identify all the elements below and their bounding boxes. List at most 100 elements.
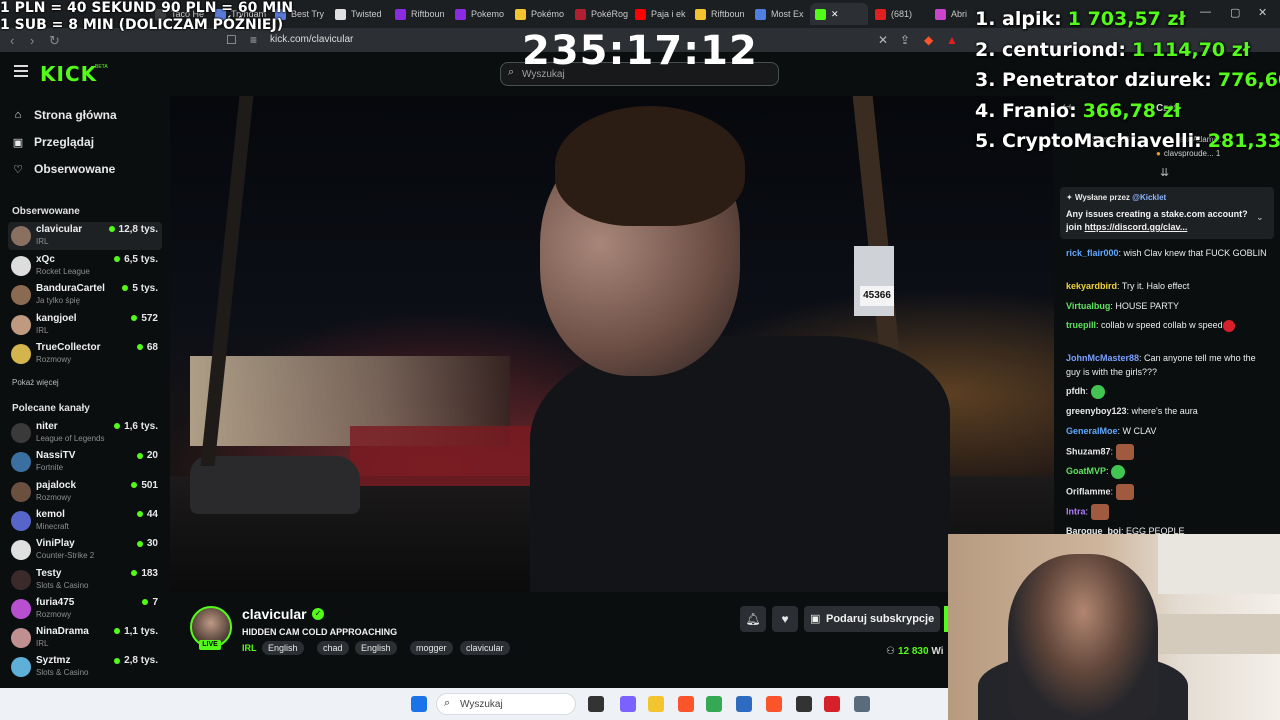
- browser-tab[interactable]: Twisted: [330, 3, 388, 25]
- streamer-name[interactable]: clavicular: [242, 606, 307, 622]
- pinned-by-user[interactable]: @Kicklet: [1132, 193, 1166, 202]
- stream-tag[interactable]: clavicular: [460, 641, 510, 655]
- chat-text: : HOUSE PARTY: [1110, 301, 1180, 311]
- chat-username[interactable]: Intra: [1066, 506, 1086, 516]
- face-emote-icon: [1090, 504, 1109, 520]
- sidebar-channel[interactable]: NinaDrama IRL 1,1 tys.: [8, 624, 162, 652]
- app-dark-icon[interactable]: [796, 696, 812, 712]
- sidebar-channel[interactable]: Syztmz Slots & Casino 2,8 tys.: [8, 653, 162, 681]
- chrome-icon[interactable]: [706, 696, 722, 712]
- browser-tab[interactable]: PokéRog: [570, 3, 628, 25]
- chat-message: JohnMcMaster88: Can anyone tell me who t…: [1066, 351, 1270, 379]
- chat-username[interactable]: GeneralMoe: [1066, 426, 1118, 436]
- gift-subs-button[interactable]: Podaruj subskrypcje: [804, 606, 940, 632]
- stream-tag[interactable]: mogger: [410, 641, 453, 655]
- channel-name: niter: [36, 421, 58, 432]
- sidebar-nav-item[interactable]: ▣ Przeglądaj: [12, 135, 94, 149]
- channel-viewers: 20: [137, 450, 158, 461]
- windows-start-icon[interactable]: [411, 696, 427, 712]
- site-info-icon[interactable]: ≡: [250, 33, 257, 47]
- close-window-icon[interactable]: ✕: [1258, 6, 1267, 19]
- maximize-icon[interactable]: ▢: [1230, 6, 1240, 19]
- channel-avatar: [11, 540, 31, 561]
- chat-username[interactable]: truepill: [1066, 320, 1096, 330]
- brave-shield-icon[interactable]: ◆: [924, 33, 933, 47]
- back-icon[interactable]: ‹: [10, 33, 14, 48]
- browser-tab[interactable]: Riftboun: [390, 3, 448, 25]
- active-tab-kick[interactable]: ✕: [810, 3, 868, 25]
- chat-username[interactable]: JohnMcMaster88: [1066, 353, 1139, 363]
- url-text[interactable]: kick.com/clavicular: [270, 34, 353, 45]
- sidebar-channel[interactable]: BanduraCartel Ja tylko śpię 5 tys.: [8, 281, 162, 309]
- video-player[interactable]: 45366: [170, 96, 1054, 592]
- channel-category: League of Legends: [36, 434, 105, 443]
- chat-username[interactable]: Shuzam87: [1066, 446, 1111, 456]
- sidebar-nav-item[interactable]: ⌂ Strona główna: [12, 108, 117, 122]
- channel-avatar: [11, 344, 31, 364]
- taskbar-search[interactable]: [436, 693, 576, 715]
- forward-icon[interactable]: ›: [30, 33, 34, 48]
- sidebar-channel[interactable]: clavicular IRL 12,8 tys.: [8, 222, 162, 250]
- tab-favicon-icon: [635, 8, 646, 20]
- chevron-down-icon[interactable]: ⌄: [1256, 212, 1264, 223]
- reload-icon[interactable]: ↻: [49, 33, 60, 49]
- browser-tab[interactable]: Paja i ek: [630, 3, 688, 25]
- channel-category: Rozmowy: [36, 355, 72, 364]
- task-view-icon[interactable]: [588, 696, 604, 712]
- follow-heart-button[interactable]: ♥: [772, 606, 798, 632]
- bookmark-icon[interactable]: ☐: [226, 33, 237, 47]
- tab-favicon-icon: [695, 8, 706, 20]
- sidebar-channel[interactable]: kemol Minecraft 44: [8, 507, 162, 535]
- minimize-icon[interactable]: —: [1200, 6, 1211, 18]
- chat-username[interactable]: greenyboy123: [1066, 406, 1127, 416]
- sidebar-nav-item[interactable]: ♡ Obserwowane: [12, 162, 115, 176]
- browser-tab[interactable]: Pokemo: [450, 3, 508, 25]
- channel-avatar: [11, 452, 31, 473]
- subathon-timer: 235:17:12: [522, 28, 758, 74]
- brave-beta-icon[interactable]: [766, 696, 782, 712]
- sidebar-channel[interactable]: pajalock Rozmowy 501: [8, 478, 162, 506]
- browser-tab[interactable]: Pokémo: [510, 3, 568, 25]
- brave-rewards-icon[interactable]: ▲: [946, 33, 958, 47]
- leaderboard-name: 4. Franio:: [975, 99, 1077, 122]
- browser-tab[interactable]: (681): [870, 3, 928, 25]
- menu-icon[interactable]: [14, 65, 28, 77]
- settings-icon[interactable]: [854, 696, 870, 712]
- copilot-icon[interactable]: [620, 696, 636, 712]
- sidebar-channel[interactable]: ViniPlay Counter-Strike 2 30: [8, 536, 162, 564]
- pinned-link[interactable]: https://discord.gg/clav...: [1085, 222, 1188, 232]
- tab-close-icon[interactable]: ✕: [831, 9, 839, 20]
- sidebar-channel[interactable]: kangjoel IRL 572: [8, 311, 162, 339]
- kick-logo[interactable]: KICK: [40, 62, 97, 86]
- stream-category[interactable]: IRL: [242, 643, 257, 653]
- chat-username[interactable]: Oriflamme: [1066, 486, 1111, 496]
- chat-username[interactable]: pfdh: [1066, 386, 1086, 396]
- chat-username[interactable]: rick_flair000: [1066, 248, 1119, 258]
- chat-text: :: [1110, 486, 1116, 497]
- browser-tab[interactable]: Most Ex: [750, 3, 808, 25]
- notification-bell-button[interactable]: 🔔︎: [740, 606, 766, 632]
- leaderboard-name: 5. CryptoMachiavelli:: [975, 130, 1202, 152]
- app-red-icon[interactable]: [824, 696, 840, 712]
- file-explorer-icon[interactable]: [648, 696, 664, 712]
- browser-tab[interactable]: Riftboun: [690, 3, 748, 25]
- sidebar-channel[interactable]: furia475 Rozmowy 7: [8, 595, 162, 623]
- sidebar-channel[interactable]: TrueCollector Rozmowy 68: [8, 340, 162, 368]
- chat-username[interactable]: Virtualbug: [1066, 301, 1110, 311]
- channel-name: BanduraCartel: [36, 283, 105, 294]
- sidebar-channel[interactable]: xQc Rocket League 6,5 tys.: [8, 252, 162, 280]
- stream-tag[interactable]: English: [355, 641, 397, 655]
- sidebar-channel[interactable]: Testy Slots & Casino 183: [8, 566, 162, 594]
- show-more-link[interactable]: Pokaż więcej: [12, 378, 59, 387]
- chat-username[interactable]: GoatMVP: [1066, 466, 1106, 476]
- stream-tag[interactable]: English: [262, 641, 304, 655]
- store-icon[interactable]: [736, 696, 752, 712]
- brave-icon[interactable]: [678, 696, 694, 712]
- sidebar-channel[interactable]: niter League of Legends 1,6 tys.: [8, 419, 162, 447]
- expand-icon[interactable]: ⇊: [1160, 166, 1169, 179]
- share-icon[interactable]: ⇪: [900, 33, 910, 47]
- mute-tab-icon[interactable]: ✕: [878, 33, 888, 47]
- stream-tag[interactable]: chad: [317, 641, 349, 655]
- sidebar-channel[interactable]: NassiTV Fortnite 20: [8, 448, 162, 476]
- chat-username[interactable]: kekyardbird: [1066, 281, 1117, 291]
